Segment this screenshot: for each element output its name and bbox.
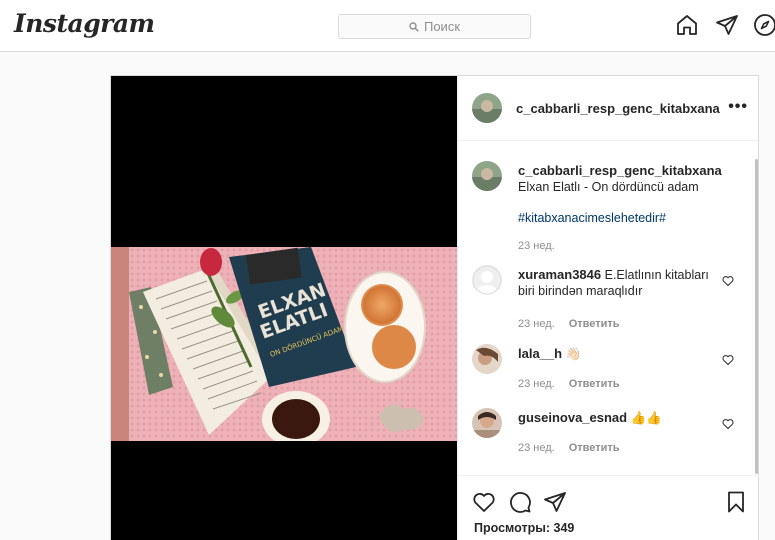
reply-button[interactable]: Ответить [569,318,620,330]
instagram-logo[interactable]: Instagram [14,9,155,38]
caption-time: 23 нед. [518,240,555,252]
reply-button[interactable]: Ответить [569,378,620,390]
explore-icon[interactable] [753,13,775,37]
comment-body: xuraman3846 E.Elatlının kitabları biri b… [518,267,722,299]
comments-scrollbar[interactable] [755,159,758,474]
home-icon[interactable] [675,13,699,37]
caption-text: Elxan Elatlı - On dördüncü adam [518,180,699,194]
comment-text: 👋🏻 [565,347,582,361]
reply-button[interactable]: Ответить [569,442,620,454]
post-card: ELXAN ELATLI ON DÖRDÜNCÜ ADAM c_cabbarli… [110,75,760,540]
comment-avatar[interactable] [472,344,502,374]
like-icon[interactable] [472,490,496,514]
author-username[interactable]: c_cabbarli_resp_genc_kitabxana [516,101,720,116]
comments-list[interactable]: c_cabbarli_resp_genc_kitabxana Elxan Ela… [458,142,760,475]
like-comment-icon[interactable] [722,418,734,430]
comment-icon[interactable] [508,490,532,514]
top-navigation-bar: Instagram Поиск [0,0,775,52]
more-options-button[interactable]: ••• [728,98,748,116]
post-header: c_cabbarli_resp_genc_kitabxana ••• [458,76,760,141]
comment-meta: 23 нед. Ответить [518,442,620,454]
comment-username[interactable]: lala__h [518,346,562,361]
like-comment-icon[interactable] [722,354,734,366]
comment-avatar[interactable] [472,408,502,438]
comment-meta: 23 нед. Ответить [518,318,620,330]
search-input[interactable]: Поиск [338,14,531,39]
comment-username[interactable]: guseinova_esnad [518,410,627,425]
author-avatar[interactable] [472,93,502,123]
caption-body: c_cabbarli_resp_genc_kitabxana Elxan Ela… [518,163,740,195]
direct-icon[interactable] [715,13,739,37]
post-media[interactable]: ELXAN ELATLI ON DÖRDÜNCÜ ADAM [111,76,457,540]
caption-username[interactable]: c_cabbarli_resp_genc_kitabxana [518,163,722,178]
comment-username[interactable]: xuraman3846 [518,267,601,282]
comment-body: guseinova_esnad 👍👍 [518,410,722,426]
views-count: Просмотры: 349 [474,521,575,535]
caption-item: c_cabbarli_resp_genc_kitabxana Elxan Ela… [472,161,742,252]
comment-meta: 23 нед. Ответить [518,378,620,390]
post-sidebar: c_cabbarli_resp_genc_kitabxana ••• c_cab… [457,76,760,540]
comment-time: 23 нед. [518,318,555,330]
search-placeholder: Поиск [423,19,461,34]
post-actions: Просмотры: 349 [458,475,760,540]
comment-item: lala__h 👋🏻 23 нед. Ответить [472,344,742,394]
save-icon[interactable] [724,490,748,514]
caption-avatar[interactable] [472,161,502,191]
like-comment-icon[interactable] [722,275,734,287]
search-icon [409,21,419,32]
comment-text: 👍👍 [630,411,662,425]
post-photo: ELXAN ELATLI ON DÖRDÜNCÜ ADAM [111,247,457,441]
share-icon[interactable] [543,490,567,514]
comment-item: xuraman3846 E.Elatlının kitabları biri b… [472,265,742,335]
comment-time: 23 нед. [518,378,555,390]
comment-item: guseinova_esnad 👍👍 23 нед. Ответить [472,408,742,458]
comment-avatar[interactable] [472,265,502,295]
caption-hashtag[interactable]: #kitabxanacimeslehetedir# [518,211,666,225]
comment-body: lala__h 👋🏻 [518,346,722,362]
comment-time: 23 нед. [518,442,555,454]
